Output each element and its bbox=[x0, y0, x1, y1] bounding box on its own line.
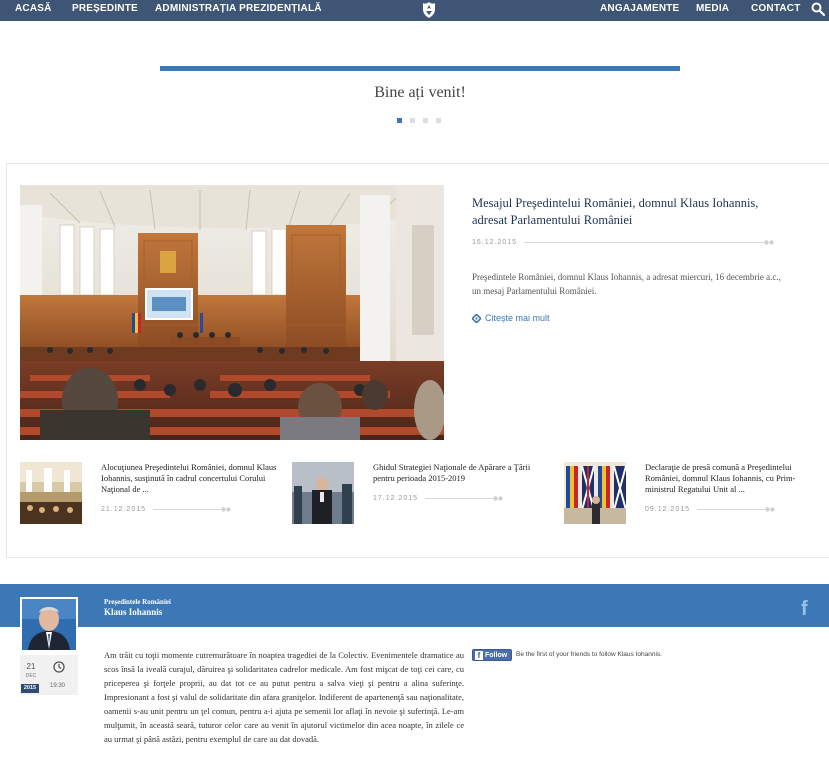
facebook-icon: f bbox=[475, 651, 483, 660]
welcome-heading: Bine ați venit! bbox=[374, 84, 466, 101]
top-navigation: ACASĂ PREȘEDINTE ADMINISTRAȚIA PREZIDENȚ… bbox=[0, 0, 829, 21]
nav-angajamente[interactable]: ANGAJAMENTE bbox=[600, 0, 679, 21]
news-item-date: 17.12.2015 bbox=[373, 495, 419, 502]
date-end-icon bbox=[493, 496, 503, 501]
follow-label: Follow bbox=[485, 652, 508, 659]
nav-media[interactable]: MEDIA bbox=[696, 0, 729, 21]
date-end-icon bbox=[221, 507, 231, 512]
news-item-date: 21.12.2015 bbox=[101, 506, 147, 513]
date-end-icon bbox=[764, 240, 774, 245]
slider-dot[interactable] bbox=[436, 118, 441, 123]
president-role: Președintele României bbox=[104, 598, 171, 606]
post-year: 2015 bbox=[21, 684, 39, 693]
slider-dot[interactable] bbox=[397, 118, 402, 123]
nav-administratia-prezidentiala[interactable]: ADMINISTRAȚIA PREZIDENȚIALĂ bbox=[155, 0, 322, 21]
nav-contact[interactable]: CONTACT bbox=[751, 0, 801, 21]
social-post-text: Am trăit cu toţii momente cutremurătoare… bbox=[104, 650, 464, 744]
featured-news-description: Preşedintele României, domnul Klaus Ioha… bbox=[472, 272, 781, 296]
slider-dot[interactable] bbox=[423, 118, 428, 123]
date-divider bbox=[524, 242, 764, 243]
date-divider bbox=[697, 509, 765, 510]
news-item-date: 09.12.2015 bbox=[645, 506, 691, 513]
news-thumbnail[interactable] bbox=[564, 462, 626, 524]
nav-acasa[interactable]: ACASĂ bbox=[15, 0, 52, 21]
romanian-coat-of-arms-icon[interactable] bbox=[421, 1, 437, 19]
featured-news-date: 16.12.2015 bbox=[472, 239, 518, 246]
news-item-title[interactable]: Ghidul Strategiei Naţionale de Apărare a… bbox=[373, 462, 553, 484]
follow-caption: Be the first of your friends to follow K… bbox=[516, 651, 662, 658]
date-divider bbox=[153, 509, 221, 510]
welcome-accent-bar bbox=[160, 66, 680, 71]
news-thumbnail[interactable] bbox=[20, 462, 82, 524]
read-more-label: Citește mai mult bbox=[485, 313, 550, 323]
featured-news-title[interactable]: Mesajul Preşedintelui României, domnul K… bbox=[472, 195, 792, 229]
avatar[interactable] bbox=[20, 597, 78, 652]
read-more-link[interactable]: Citește mai mult bbox=[472, 313, 550, 324]
slider-dot[interactable] bbox=[410, 118, 415, 123]
search-icon[interactable] bbox=[811, 2, 825, 16]
facebook-follow-button[interactable]: f Follow bbox=[472, 649, 512, 661]
clock-icon bbox=[53, 661, 65, 673]
date-divider bbox=[425, 498, 493, 499]
facebook-icon[interactable]: f bbox=[801, 598, 808, 621]
news-item-title[interactable]: Alocuţiunea Preşedintelui României, domn… bbox=[101, 462, 281, 495]
arrow-diamond-icon bbox=[472, 314, 481, 324]
news-item-title[interactable]: Declaraţie de presă comună a Preşedintel… bbox=[645, 462, 825, 495]
featured-news-photo[interactable] bbox=[20, 185, 444, 440]
nav-presedinte[interactable]: PREȘEDINTE bbox=[72, 0, 138, 21]
post-day: 21 bbox=[26, 662, 36, 671]
news-thumbnail[interactable] bbox=[292, 462, 354, 524]
post-month: DEC bbox=[25, 673, 37, 679]
date-end-icon bbox=[765, 507, 775, 512]
president-name[interactable]: Klaus Iohannis bbox=[104, 607, 162, 617]
post-time: 19:30 bbox=[50, 683, 66, 689]
